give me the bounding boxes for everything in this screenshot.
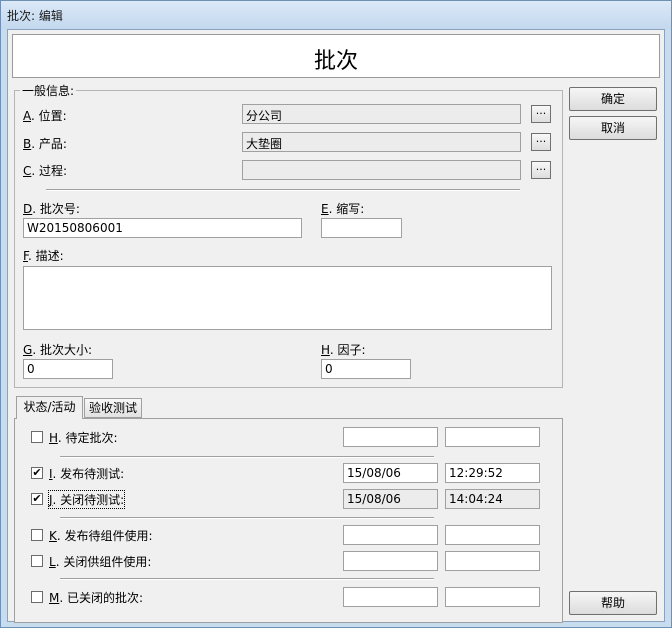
release-component-label-text: . 发布待组件使用: [56,529,153,543]
pending-batch-date[interactable] [343,427,438,447]
close-component-shortcut: L [49,555,56,569]
product-label: B. 产品: [23,135,67,152]
status-separator-2 [60,517,434,519]
product-browse-button[interactable]: ... [531,133,551,151]
release-component-shortcut: K [49,529,57,543]
close-component-label-text: . 关闭供组件使用: [55,555,152,569]
process-label: C. 过程: [23,162,67,179]
closed-batch-label: M. 已关闭的批次: [49,589,143,606]
factor-label: H. 因子: [321,341,366,358]
location-field[interactable]: 分公司 [242,104,521,124]
factor-input[interactable]: 0 [321,359,411,379]
batch-size-input[interactable]: 0 [23,359,113,379]
close-component-checkbox[interactable] [31,555,43,567]
release-test-checkbox[interactable]: ✔ [31,467,43,479]
status-separator-3 [60,578,434,580]
tab-status-activity[interactable]: 状态/活动 [16,396,83,419]
pending-batch-label-text: . 待定批次: [57,431,118,445]
pending-batch-shortcut: H [49,431,58,445]
batch-size-label: G. 批次大小: [23,341,92,358]
product-field[interactable]: 大垫圈 [242,132,521,152]
description-label: F. 描述: [23,247,64,264]
factor-shortcut: H [321,343,330,357]
close-test-label: J. 关闭待测试: [47,490,126,509]
help-button[interactable]: 帮助 [569,591,657,615]
batch-size-shortcut: G [23,343,33,357]
batch-number-shortcut: D [23,202,33,216]
location-label: A. 位置: [23,107,67,124]
closed-batch-date[interactable] [343,587,438,607]
close-test-label-text: . 关闭待测试: [52,493,125,507]
pending-batch-label: H. 待定批次: [49,429,118,446]
release-test-label-text: . 发布待测试: [52,467,125,481]
closed-batch-time[interactable] [445,587,540,607]
release-component-label: K. 发布待组件使用: [49,527,153,544]
closed-batch-label-text: . 已关闭的批次: [59,591,144,605]
window-title: 批次: 编辑 [7,9,63,23]
header-banner: 批次 [12,34,660,78]
check-icon: ✔ [32,466,42,479]
pending-batch-time[interactable] [445,427,540,447]
product-label-text: . 产品: [31,137,67,151]
page-title: 批次 [313,49,358,74]
general-info-legend: 一般信息: [20,82,77,99]
close-test-time[interactable]: 14:04:24 [445,489,540,509]
release-test-label: I. 发布待测试: [49,465,124,482]
release-component-time[interactable] [445,525,540,545]
close-component-label: L. 关闭供组件使用: [49,553,151,570]
close-test-date[interactable]: 15/08/06 [343,489,438,509]
release-component-date[interactable] [343,525,438,545]
release-component-checkbox[interactable] [31,529,43,541]
abbreviation-shortcut: E [321,202,329,216]
pending-batch-checkbox[interactable] [31,431,43,443]
release-test-date[interactable]: 15/08/06 [343,463,438,483]
process-browse-button[interactable]: ... [531,161,551,179]
tab-acceptance-test[interactable]: 验收测试 [84,398,142,418]
factor-label-text: . 因子: [329,343,366,357]
abbreviation-label-text: . 缩写: [328,202,365,216]
close-component-time[interactable] [445,551,540,571]
ok-button[interactable]: 确定 [569,87,657,111]
description-label-text: . 描述: [27,249,64,263]
batch-number-label-text: . 批次号: [32,202,80,216]
batch-number-input[interactable]: W20150806001 [23,218,302,238]
close-test-checkbox[interactable]: ✔ [31,493,43,505]
location-browse-button[interactable]: ... [531,105,551,123]
release-test-time[interactable]: 12:29:52 [445,463,540,483]
batch-size-label-text: . 批次大小: [32,343,92,357]
batch-number-label: D. 批次号: [23,200,80,217]
closed-batch-shortcut: M [49,591,60,605]
general-separator [46,189,520,191]
description-textarea[interactable] [23,266,552,330]
dialog-client-area: 批次 确定 取消 帮助 一般信息: A. 位置: 分公司 ... B. 产品: … [7,29,665,623]
dialog-window: 批次: 编辑 批次 确定 取消 帮助 一般信息: A. 位置: 分公司 ... … [0,0,672,628]
product-shortcut: B [23,137,32,151]
location-shortcut: A [23,109,31,123]
closed-batch-checkbox[interactable] [31,591,43,603]
cancel-button[interactable]: 取消 [569,116,657,140]
process-label-text: . 过程: [31,164,68,178]
process-field[interactable] [242,160,521,180]
title-bar[interactable]: 批次: 编辑 [1,1,671,29]
check-icon: ✔ [32,492,42,505]
location-label-text: . 位置: [31,109,67,123]
abbreviation-input[interactable] [321,218,402,238]
abbreviation-label: E. 缩写: [321,200,364,217]
status-separator-1 [60,456,434,458]
close-component-date[interactable] [343,551,438,571]
